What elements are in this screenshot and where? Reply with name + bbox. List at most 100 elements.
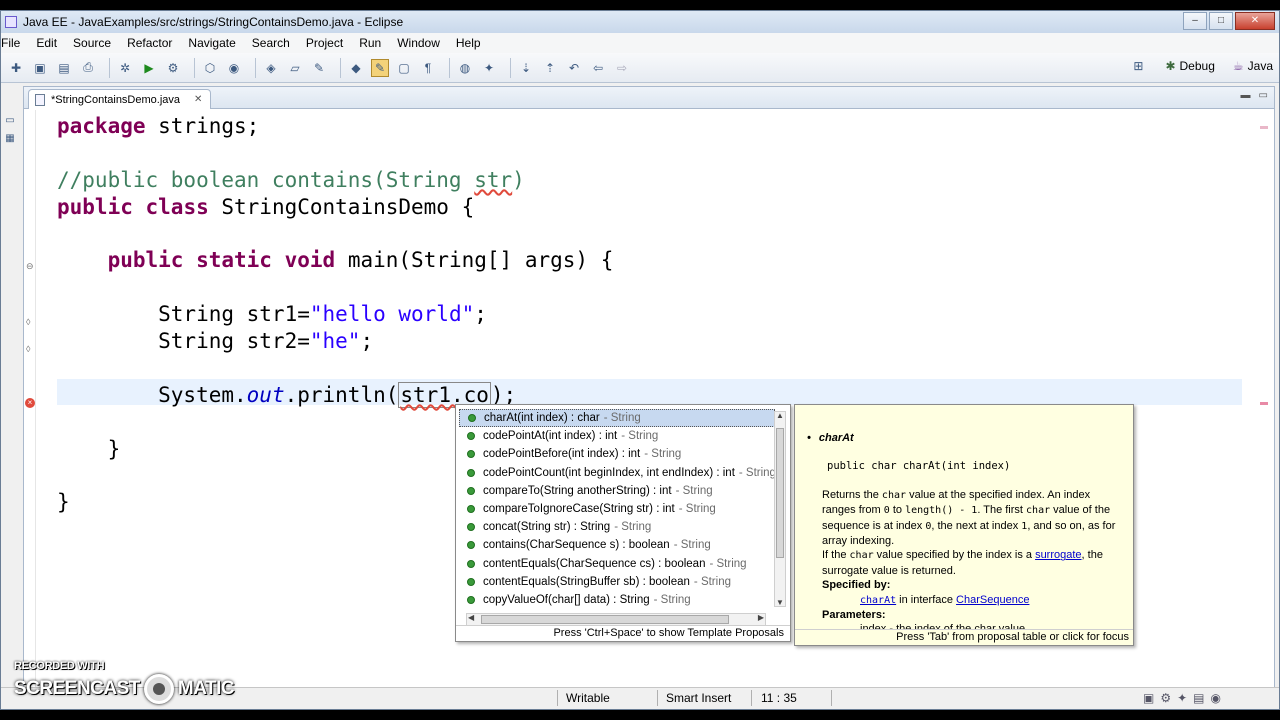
open-folder-icon[interactable]: ▱ (286, 59, 304, 77)
tab-close-icon[interactable]: ✕ (194, 94, 202, 105)
proposal-signature: contentEquals(StringBuffer sb) : boolean (483, 575, 690, 588)
menu-edit[interactable]: Edit (28, 36, 65, 50)
maximize-button[interactable]: □ (1209, 12, 1233, 30)
overview-marker[interactable] (1260, 402, 1268, 405)
proposal-signature: concat(String str) : String (483, 521, 611, 534)
menu-refactor[interactable]: Refactor (119, 36, 180, 50)
restore-view-icon[interactable]: ▭ (1, 111, 19, 129)
debug-perspective-button[interactable]: ✱ Debug (1159, 57, 1220, 75)
new-icon[interactable]: ✚ (7, 59, 25, 77)
proposal-signature: contains(CharSequence s) : boolean (483, 539, 670, 552)
search-icon[interactable]: ✎ (310, 59, 328, 77)
overview-ruler[interactable] (1260, 110, 1268, 690)
back-icon[interactable]: ⇦ (589, 59, 607, 77)
next-annotation-icon[interactable]: ⇣ (517, 59, 535, 77)
perspective-switcher: ⊞ ✱ Debug ☕ Java (1129, 57, 1279, 75)
warning-marker-icon: ◊ (26, 344, 31, 354)
code-line-3: //public boolean contains(String str) (57, 167, 613, 194)
proposal-list[interactable]: charAt(int index) : char - String codePoin… (459, 409, 775, 611)
toggle-mark-icon[interactable]: ◆ (347, 59, 365, 77)
proposal-item[interactable]: compareTo(String anotherString) : int - S… (459, 482, 775, 500)
prev-annotation-icon[interactable]: ⇡ (541, 59, 559, 77)
parameters-label: Parameters: (822, 609, 886, 622)
menu-run[interactable]: Run (351, 36, 389, 50)
scroll-thumb[interactable] (776, 428, 784, 558)
proposal-item[interactable]: charAt(int index) : char - String (459, 409, 775, 428)
print-icon[interactable]: ⎙ (79, 59, 97, 77)
scroll-thumb[interactable] (481, 615, 729, 624)
proposal-item[interactable]: contentEquals(CharSequence cs) : boolean… (459, 555, 775, 573)
scroll-right-icon[interactable]: ▶ (758, 613, 764, 622)
proposal-item[interactable]: codePointCount(int beginIndex, int endIn… (459, 464, 775, 482)
menu-window[interactable]: Window (389, 36, 448, 50)
fold-collapse-icon[interactable]: ⊖ (26, 261, 34, 272)
external-tools-icon[interactable]: ⚙ (164, 59, 182, 77)
pin-icon[interactable]: ✦ (480, 59, 498, 77)
run-icon[interactable]: ▶ (140, 59, 158, 77)
java-perspective-button[interactable]: ☕ Java (1227, 57, 1279, 75)
globe-icon[interactable]: ◍ (456, 59, 474, 77)
last-edit-icon[interactable]: ↶ (565, 59, 583, 77)
new-server-icon[interactable]: ⬡ (201, 59, 219, 77)
keyword: public (57, 194, 133, 219)
screencast-logo-icon (143, 674, 174, 704)
block-select-icon[interactable]: ▢ (395, 59, 413, 77)
minimize-button[interactable]: – (1183, 12, 1207, 30)
doc-text: to (889, 504, 906, 517)
doc-text: , the next at index (931, 519, 1022, 532)
proposal-item[interactable]: codePointBefore(int index) : int - String (459, 445, 775, 463)
scroll-left-icon[interactable]: ◀ (468, 613, 474, 622)
minimize-pane-icon[interactable]: ▬ (1241, 90, 1251, 101)
toolbar-separator (340, 57, 341, 78)
overview-marker[interactable] (1260, 126, 1268, 129)
scroll-up-icon[interactable]: ▲ (776, 411, 784, 420)
code-text: ; (474, 302, 487, 327)
open-type-icon[interactable]: ◈ (262, 59, 280, 77)
menu-source[interactable]: Source (65, 36, 119, 50)
package-explorer-icon[interactable]: ▦ (1, 129, 19, 147)
status-tray-icons[interactable]: ▣⚙✦▤◉ (1143, 691, 1227, 705)
surrogate-link[interactable]: surrogate (1035, 549, 1081, 561)
code-line-9: String str2="he"; (57, 328, 613, 355)
proposal-signature: contentEquals(CharSequence cs) : boolean (483, 557, 706, 570)
open-perspective-icon[interactable]: ⊞ (1129, 57, 1147, 75)
save-all-icon[interactable]: ▤ (55, 59, 73, 77)
scroll-down-icon[interactable]: ▼ (776, 598, 784, 607)
charsequence-link[interactable]: CharSequence (956, 594, 1029, 606)
show-whitespace-icon[interactable]: ¶ (419, 59, 437, 77)
menu-file[interactable]: File (1, 36, 28, 50)
menu-search[interactable]: Search (244, 36, 298, 50)
close-button[interactable]: ✕ (1235, 12, 1275, 30)
proposal-owner: - String (693, 575, 731, 588)
window-title: Java EE - JavaExamples/src/strings/Strin… (23, 15, 404, 29)
debug-run-icon[interactable]: ✲ (116, 59, 134, 77)
proposal-item[interactable]: contains(CharSequence s) : boolean - Stri… (459, 536, 775, 554)
proposal-signature: charAt(int index) : char (484, 412, 600, 425)
proposal-item[interactable]: compareToIgnoreCase(String str) : int - S… (459, 500, 775, 518)
proposal-item[interactable]: codePointAt(int index) : int - String (459, 427, 775, 445)
charat-link[interactable]: charAt (860, 595, 896, 606)
doc-text: . The first (977, 504, 1027, 517)
highlight-icon[interactable]: ✎ (371, 58, 389, 77)
menu-navigate[interactable]: Navigate (180, 36, 243, 50)
doc-code: char (1026, 505, 1051, 517)
proposal-item[interactable]: contentEquals(StringBuffer sb) : boolean… (459, 573, 775, 591)
menu-help[interactable]: Help (448, 36, 489, 50)
maximize-pane-icon[interactable]: ▭ (1259, 90, 1268, 101)
keyword: class (145, 194, 209, 219)
editor-tab[interactable]: *StringContainsDemo.java ✕ (28, 89, 212, 109)
new-class-icon[interactable]: ◉ (225, 59, 243, 77)
keyword: static (196, 248, 272, 273)
forward-icon[interactable]: ⇨ (613, 59, 631, 77)
static-field: out (246, 382, 285, 407)
warning-marker-icon: ◊ (26, 317, 31, 327)
javadoc-popup[interactable]: • charAt public char charAt(int index) Re… (794, 404, 1134, 646)
proposal-vertical-scrollbar[interactable]: ▲ ▼ (774, 411, 786, 607)
code-text: String str2= (57, 329, 310, 354)
comment: //public boolean contains(String (57, 167, 475, 192)
save-icon[interactable]: ▣ (31, 59, 49, 77)
proposal-item[interactable]: copyValueOf(char[] data) : String - Strin… (459, 591, 775, 609)
proposal-item[interactable]: concat(String str) : String - String (459, 518, 775, 536)
menu-project[interactable]: Project (298, 36, 351, 50)
